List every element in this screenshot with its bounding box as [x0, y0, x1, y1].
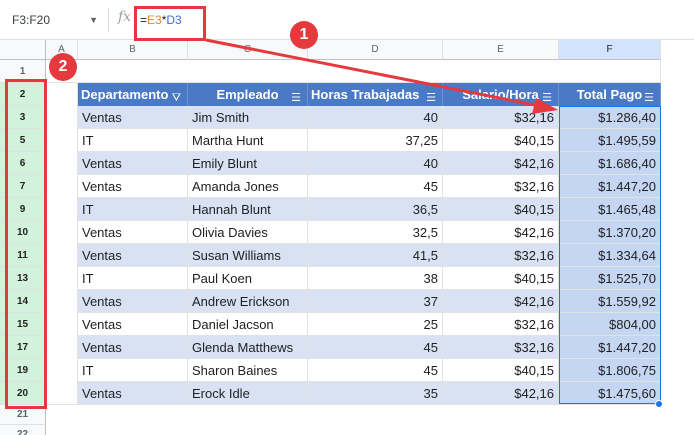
arrow-head: [532, 98, 558, 114]
annotation-rows-box: [5, 79, 47, 409]
annotation-arrow: [205, 38, 558, 114]
annotation-badge-2: 2: [49, 53, 77, 81]
annotation-badge-1: 1: [290, 21, 318, 49]
arrow-line: [205, 38, 541, 108]
